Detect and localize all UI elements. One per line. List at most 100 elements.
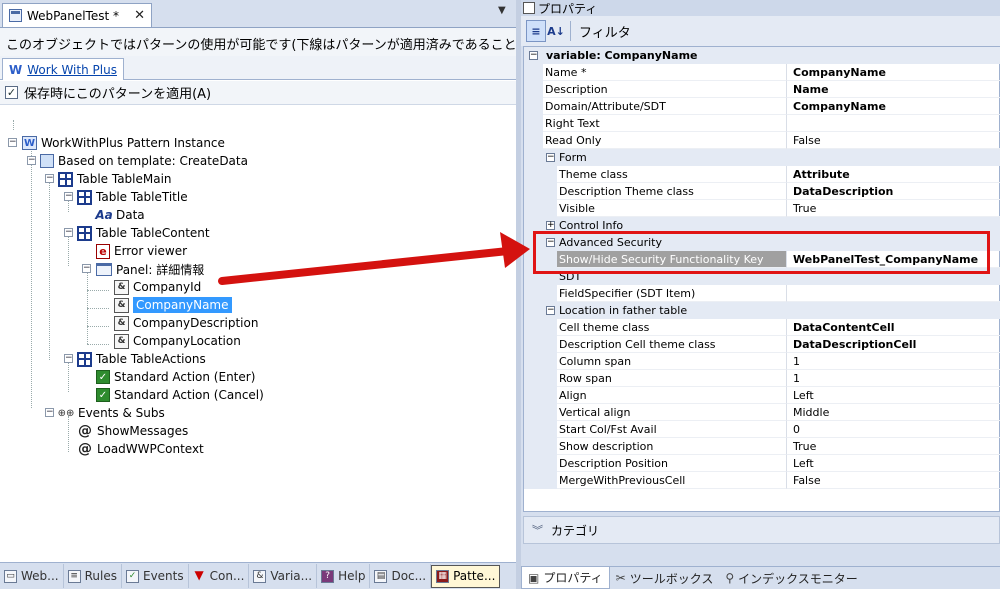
property-row[interactable]: Description Name xyxy=(524,81,1000,98)
property-row[interactable]: Align Left xyxy=(524,387,1000,404)
tab-patterns[interactable]: ▦ Patte... xyxy=(431,564,501,588)
tree-expander[interactable]: − xyxy=(64,354,73,363)
tab-documentation[interactable]: ▤ Doc... xyxy=(370,564,432,588)
property-row[interactable]: Visible True xyxy=(524,200,1000,217)
help-icon: ? xyxy=(321,569,335,583)
filter-button[interactable]: フィルタ xyxy=(575,22,635,41)
highlight-box xyxy=(533,231,990,274)
chevron-double-down-icon[interactable]: ︾ xyxy=(532,522,543,538)
tree-node-events-subs[interactable]: ⊕⊕ Events & Subs xyxy=(58,404,165,422)
tree-expander[interactable]: − xyxy=(64,228,73,237)
tree-expander[interactable]: − xyxy=(8,138,17,147)
tree-node-action-enter[interactable]: ✓ Standard Action (Enter) xyxy=(96,368,255,386)
property-row[interactable]: Vertical align Middle xyxy=(524,404,1000,421)
tab-variables[interactable]: & Varia... xyxy=(249,564,318,588)
tree-node-company-id[interactable]: & CompanyId xyxy=(114,278,201,296)
apply-on-save-checkbox[interactable]: ✓ xyxy=(5,86,18,99)
table-icon xyxy=(77,225,92,241)
index-monitor-icon: ⚲ xyxy=(725,571,735,585)
close-icon[interactable]: ✕ xyxy=(134,8,145,23)
tree-node-show-messages[interactable]: @ ShowMessages xyxy=(77,422,188,440)
document-body: このオブジェクトではパターンの使用が可能です(下線はパターンが適用済みであること… xyxy=(0,27,516,562)
properties-icon xyxy=(523,2,535,14)
property-row[interactable]: FieldSpecifier (SDT Item) xyxy=(524,285,1000,302)
tab-web-form[interactable]: ▭ Web... xyxy=(0,564,64,588)
tree-node-table-title[interactable]: Table TableTitle xyxy=(77,188,188,206)
tool-window-tabs: ▣ プロパティ ✂ ツールボックス ⚲ インデックスモニター xyxy=(521,566,1000,589)
tree-expander[interactable]: − xyxy=(27,156,36,165)
tab-properties[interactable]: ▣ プロパティ xyxy=(521,567,610,589)
property-row[interactable]: Description Position Left xyxy=(524,455,1000,472)
tree-node-load-context[interactable]: @ LoadWWPContext xyxy=(77,440,204,458)
info-bar: このオブジェクトではパターンの使用が可能です(下線はパターンが適用済みであること… xyxy=(0,28,516,56)
tree-expander[interactable]: − xyxy=(82,264,91,273)
collapse-icon[interactable]: − xyxy=(546,153,555,162)
tree-expander[interactable]: − xyxy=(45,408,54,417)
expand-icon[interactable]: + xyxy=(546,221,555,230)
tree-node-data[interactable]: Aa Data xyxy=(95,206,144,224)
tree-node-root[interactable]: W WorkWithPlus Pattern Instance xyxy=(22,134,225,152)
tab-events[interactable]: ✓ Events xyxy=(122,564,189,588)
properties-title-bar: プロパティ xyxy=(521,0,1000,16)
tree-node-company-description[interactable]: & CompanyDescription xyxy=(114,314,258,332)
toolbox-icon: ✂ xyxy=(615,571,626,585)
tab-help[interactable]: ? Help xyxy=(317,564,371,588)
tree-node-template[interactable]: Based on template: CreateData xyxy=(40,152,248,170)
property-row[interactable]: Description Theme class DataDescription xyxy=(524,183,1000,200)
subroutine-icon: @ xyxy=(78,423,92,439)
tab-dropdown-icon[interactable]: ▼ xyxy=(498,5,506,16)
tree-expander[interactable]: − xyxy=(64,192,73,201)
property-row[interactable]: Theme class Attribute xyxy=(524,166,1000,183)
properties-pane: プロパティ ≡ A↓ フィルタ − variable: CompanyName … xyxy=(521,0,1000,589)
error-viewer-icon: e xyxy=(96,243,110,259)
category-variable[interactable]: − variable: CompanyName xyxy=(524,47,1000,64)
subroutine-icon: @ xyxy=(78,441,92,457)
attribute-icon: & xyxy=(114,315,129,331)
variables-icon: & xyxy=(253,569,267,583)
property-row[interactable]: Column span 1 xyxy=(524,353,1000,370)
attribute-icon: & xyxy=(114,333,129,349)
property-row[interactable]: Cell theme class DataContentCell xyxy=(524,319,1000,336)
alphabetical-sort-icon[interactable]: A↓ xyxy=(546,20,566,42)
property-row[interactable]: Row span 1 xyxy=(524,370,1000,387)
property-row[interactable]: Right Text xyxy=(524,115,1000,132)
apply-pattern-row: ✓ 保存時にこのパターンを適用(A) xyxy=(0,81,516,105)
action-icon: ✓ xyxy=(96,388,110,402)
tree-node-company-name[interactable]: & CompanyName xyxy=(114,296,232,314)
property-row[interactable]: Description Cell theme class DataDescript… xyxy=(524,336,1000,353)
documentation-icon: ▤ xyxy=(374,569,388,583)
tree-node-table-content[interactable]: Table TableContent xyxy=(77,224,210,242)
collapse-icon[interactable]: − xyxy=(529,51,538,60)
category-form[interactable]: − Form xyxy=(524,149,1000,166)
tab-conditions[interactable]: ▼ Con... xyxy=(189,564,250,588)
properties-toolbar: ≡ A↓ フィルタ xyxy=(521,16,1000,46)
workwithplus-icon: W xyxy=(22,136,37,150)
category-location[interactable]: − Location in father table xyxy=(524,302,1000,319)
property-row[interactable]: Domain/Attribute/SDT CompanyName xyxy=(524,98,1000,115)
tab-work-with-plus[interactable]: W Work With Plus xyxy=(2,58,124,80)
document-tab[interactable]: WebPanelTest * ✕ xyxy=(2,3,152,27)
category-description-bar[interactable]: ︾ カテゴリ xyxy=(523,516,1000,544)
tree-node-action-cancel[interactable]: ✓ Standard Action (Cancel) xyxy=(96,386,264,404)
property-row[interactable]: Start Col/Fst Avail 0 xyxy=(524,421,1000,438)
rules-icon: ≡ xyxy=(67,569,81,583)
tree-node-error-viewer[interactable]: e Error viewer xyxy=(96,242,187,260)
categorized-view-icon[interactable]: ≡ xyxy=(526,20,546,42)
tree-node-table-actions[interactable]: Table TableActions xyxy=(77,350,206,368)
property-row[interactable]: Show description True xyxy=(524,438,1000,455)
events-icon: ⊕⊕ xyxy=(57,407,75,419)
property-row[interactable]: MergeWithPreviousCell False xyxy=(524,472,1000,489)
tree-node-table-main[interactable]: Table TableMain xyxy=(58,170,172,188)
toolbar-separator xyxy=(570,21,571,41)
tab-index-monitor[interactable]: ⚲ インデックスモニター xyxy=(719,567,863,589)
property-row[interactable]: Name * CompanyName xyxy=(524,64,1000,81)
panel-icon xyxy=(96,262,112,276)
tab-rules[interactable]: ≡ Rules xyxy=(64,564,122,588)
tree-expander[interactable]: − xyxy=(45,174,54,183)
tree-node-panel[interactable]: Panel: 詳細情報 xyxy=(96,260,204,278)
tree-node-company-location[interactable]: & CompanyLocation xyxy=(114,332,241,350)
collapse-icon[interactable]: − xyxy=(546,306,555,315)
property-row[interactable]: Read Only False xyxy=(524,132,1000,149)
patterns-icon: ▦ xyxy=(436,569,450,583)
tab-toolbox[interactable]: ✂ ツールボックス xyxy=(610,567,720,589)
